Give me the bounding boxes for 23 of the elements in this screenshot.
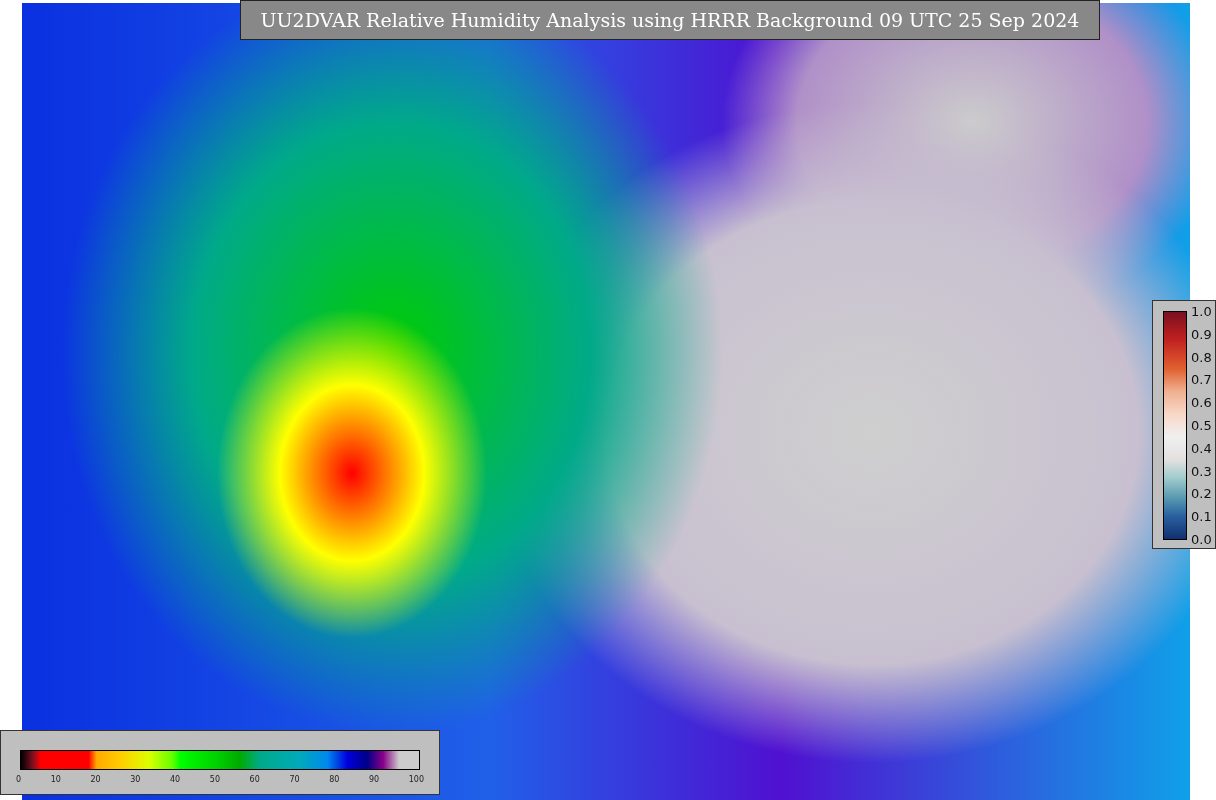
tick-label: 80 — [329, 775, 340, 784]
tick-label: 0.9 — [1191, 327, 1212, 341]
tick-label: 0.1 — [1191, 510, 1212, 524]
tick-label: 70 — [289, 775, 300, 784]
tick-label: 0.3 — [1191, 464, 1212, 478]
map-title: UU2DVAR Relative Humidity Analysis using HRRR Background 09 UTC 25 Sep 2024 — [240, 0, 1100, 40]
tick-label: 100 — [408, 775, 424, 784]
tick-label: 40 — [170, 775, 181, 784]
tick-label: 60 — [249, 775, 260, 784]
tick-label: 0.4 — [1191, 441, 1212, 455]
tick-label: 50 — [209, 775, 220, 784]
tick-label: 30 — [130, 775, 141, 784]
tick-label: 10 — [50, 775, 61, 784]
tick-label: 0.6 — [1191, 396, 1212, 410]
tick-label: 0.0 — [1191, 532, 1212, 546]
tick-label: 0.8 — [1191, 350, 1212, 364]
tick-label: 90 — [368, 775, 380, 784]
tick-label: 1.0 — [1191, 305, 1212, 318]
tick-label: 0.7 — [1191, 373, 1212, 387]
tick-label: 20 — [90, 775, 101, 784]
tick-label: 0.5 — [1191, 419, 1212, 432]
tick-label: 0.2 — [1191, 487, 1212, 501]
tick-label: 0 — [16, 775, 22, 784]
